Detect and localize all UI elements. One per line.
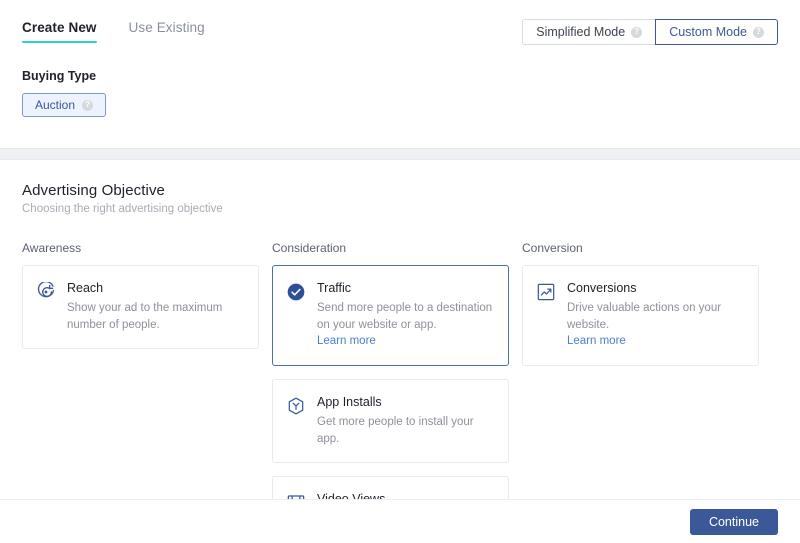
card-title: Traffic — [317, 281, 352, 295]
buying-type-auction-button[interactable]: Auction ? — [22, 93, 107, 117]
tab-create-new-label: Create New — [22, 20, 97, 35]
help-icon[interactable]: ? — [753, 26, 764, 38]
simplified-mode-button[interactable]: Simplified Mode ? — [522, 19, 657, 45]
card-title: App Installs — [317, 395, 382, 410]
check-circle-icon — [286, 282, 306, 302]
page-subtitle: Choosing the right advertising objective — [22, 203, 223, 215]
card-description: Show your ad to the maximum number of pe… — [67, 302, 223, 331]
card-description: Drive valuable actions on your website. … — [567, 300, 744, 350]
column-awareness: Awareness Reach Show your ad to the maxi… — [22, 241, 259, 499]
objective-columns: Awareness Reach Show your ad to the maxi… — [22, 241, 778, 499]
continue-button[interactable]: Continue — [689, 508, 778, 535]
top-section: Create New Use Existing Simplified Mode … — [0, 0, 800, 148]
learn-more-link[interactable]: Learn more — [567, 335, 626, 347]
card-body: Conversions Drive valuable actions on yo… — [567, 281, 744, 350]
auction-label: Auction — [35, 98, 76, 112]
custom-mode-button[interactable]: Custom Mode ? — [655, 19, 778, 45]
card-title: Video Views — [317, 492, 494, 499]
card-description-text: Send more people to a destination on you… — [317, 302, 493, 331]
objective-card-traffic[interactable]: Traffic Send more people to a destinatio… — [272, 265, 509, 367]
help-icon[interactable]: ? — [82, 99, 94, 111]
tab-create-new[interactable]: Create New — [22, 20, 97, 43]
trending-up-icon — [536, 282, 556, 302]
buying-type-label: Buying Type — [22, 69, 97, 83]
card-body: App Installs Get more people to install … — [317, 395, 494, 447]
card-title: Conversions — [567, 281, 637, 295]
learn-more-link[interactable]: Learn more — [317, 335, 376, 347]
mode-toggle-group: Simplified Mode ? Custom Mode ? — [522, 19, 778, 45]
card-title: Reach — [67, 281, 104, 295]
card-body: Reach Show your ad to the maximum number… — [67, 281, 244, 333]
ad-campaign-creation-page: Create New Use Existing Simplified Mode … — [0, 0, 800, 543]
objective-card-conversions[interactable]: Conversions Drive valuable actions on yo… — [522, 265, 759, 367]
tab-use-existing-label: Use Existing — [128, 20, 205, 35]
card-description: Get more people to install your app. — [317, 416, 474, 445]
objective-card-video-views[interactable]: Video Views Get more people to view your… — [272, 476, 509, 499]
column-heading-conversion: Conversion — [522, 241, 583, 255]
column-conversion: Conversion Conversions Drive valuable ac… — [522, 241, 759, 499]
column-heading-consideration: Consideration — [272, 241, 347, 255]
card-body: Traffic Send more people to a destinatio… — [317, 281, 494, 350]
column-consideration: Consideration Traffic Send more people t… — [272, 241, 509, 499]
column-heading-awareness: Awareness — [22, 241, 82, 255]
card-description: Send more people to a destination on you… — [317, 300, 494, 350]
target-icon — [36, 281, 56, 302]
tab-use-existing[interactable]: Use Existing — [129, 20, 205, 43]
card-description-text: Drive valuable actions on your website. — [567, 302, 722, 331]
section-divider — [0, 148, 800, 160]
simplified-mode-label: Simplified Mode — [536, 25, 626, 39]
objective-card-reach[interactable]: Reach Show your ad to the maximum number… — [22, 265, 259, 350]
app-hexagon-icon — [286, 396, 306, 416]
objective-card-app-installs[interactable]: App Installs Get more people to install … — [272, 379, 509, 464]
card-body: Video Views Get more people to view your… — [317, 492, 494, 499]
help-icon[interactable]: ? — [631, 26, 643, 38]
page-title: Advertising Objective — [22, 182, 165, 199]
advertising-objective-section: Advertising Objective Choosing the right… — [0, 160, 800, 499]
footer-bar: Continue — [0, 499, 800, 543]
custom-mode-label: Custom Mode — [669, 25, 747, 39]
